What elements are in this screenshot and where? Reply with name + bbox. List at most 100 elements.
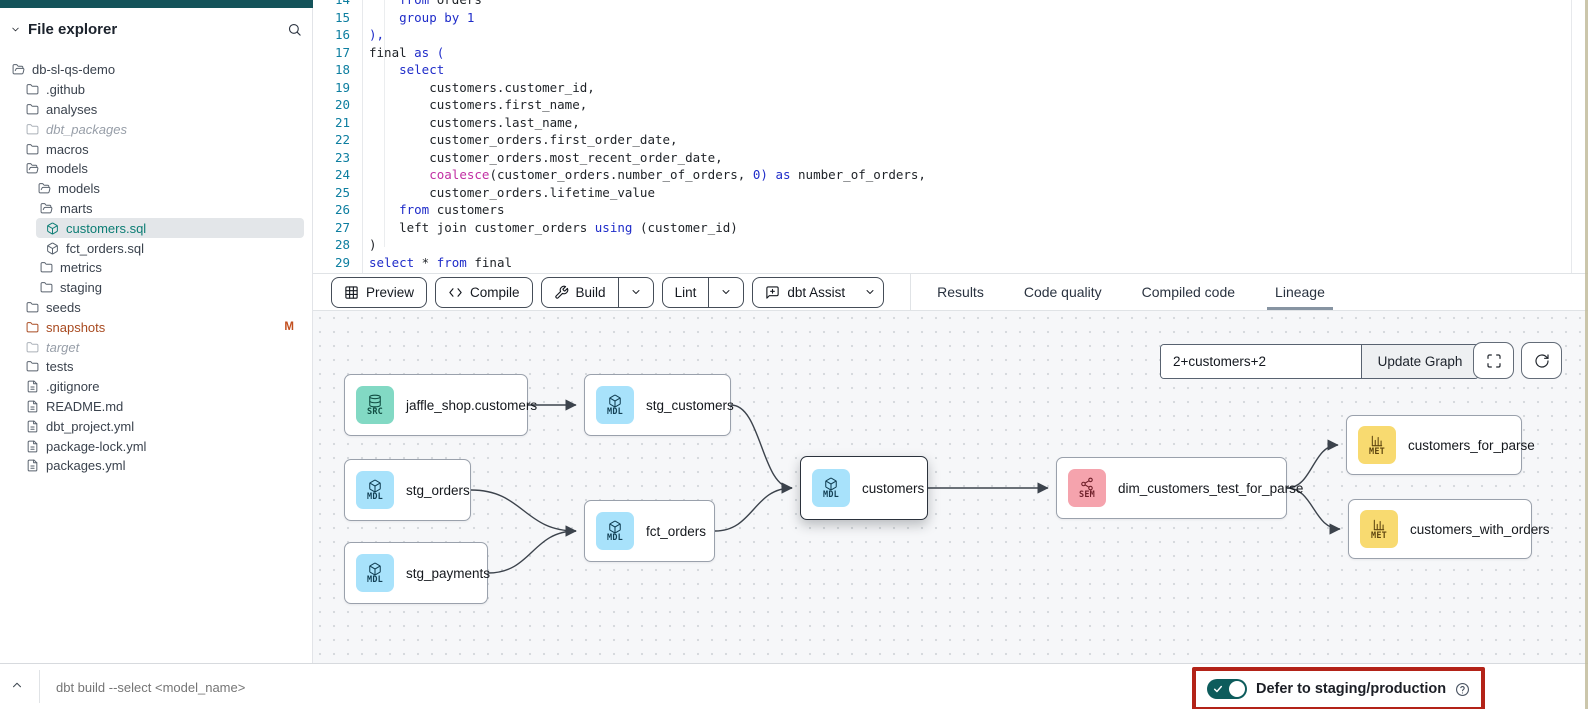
tree-item-gitignore[interactable]: .gitignore — [0, 377, 312, 397]
tab-results[interactable]: Results — [937, 274, 984, 310]
tree-item-label: tests — [46, 359, 73, 374]
tree-item-label: .gitignore — [46, 379, 99, 394]
tree-item-github[interactable]: .github — [0, 80, 312, 100]
folder-open-icon — [38, 182, 51, 195]
tree-item-label: metrics — [60, 260, 102, 275]
tree-item-label: seeds — [46, 300, 81, 315]
lint-button[interactable]: Lint — [662, 277, 745, 308]
code-editor[interactable]: 14 from orders15 group by 116),17final a… — [314, 0, 1588, 273]
defer-toggle[interactable] — [1207, 679, 1247, 699]
preview-button[interactable]: Preview — [331, 277, 427, 308]
refresh-button[interactable] — [1521, 342, 1562, 379]
tree-item-customers-sql[interactable]: customers.sql — [0, 218, 312, 238]
tab-code-quality[interactable]: Code quality — [1024, 274, 1102, 310]
command-input[interactable] — [54, 674, 578, 700]
tab-compiled-code[interactable]: Compiled code — [1142, 274, 1235, 310]
code-line-18: 18 select — [314, 61, 1588, 79]
node-label: stg_orders — [406, 483, 470, 498]
tree-item-dbt-packages[interactable]: dbt_packages — [0, 119, 312, 139]
editor-toolbar: Preview Compile Build — [313, 273, 1588, 311]
line-number: 15 — [314, 9, 350, 27]
line-number: 25 — [314, 184, 350, 202]
file-icon — [26, 459, 39, 472]
tree-item-label: marts — [60, 201, 93, 216]
status-bar: Defer to staging/production Ready ••• — [0, 663, 1588, 709]
tree-item-analyses[interactable]: analyses — [0, 100, 312, 120]
lineage-node-stg-customers[interactable]: MDL stg_customers — [584, 374, 731, 436]
tree-item-macros[interactable]: macros — [0, 139, 312, 159]
assist-dropdown-chevron-icon[interactable] — [857, 278, 883, 307]
mdl-badge: MDL — [356, 554, 394, 592]
build-dropdown-chevron-icon[interactable] — [618, 278, 653, 307]
line-number: 19 — [314, 79, 350, 97]
tree-item-label: .github — [46, 82, 85, 97]
tree-item-package-lock-yml[interactable]: package-lock.yml — [0, 436, 312, 456]
tree-item-seeds[interactable]: seeds — [0, 298, 312, 318]
tree-item-marts[interactable]: marts — [0, 199, 312, 219]
lineage-node-stg-orders[interactable]: MDL stg_orders — [344, 459, 471, 521]
lineage-node-dim-customers-test-for-parse[interactable]: SEMdim_customers_test_for_parse — [1056, 457, 1287, 519]
toolbar-divider — [910, 273, 911, 311]
dbt-assist-button[interactable]: dbt Assist — [752, 277, 884, 308]
tree-item-label: package-lock.yml — [46, 439, 146, 454]
line-number: 23 — [314, 149, 350, 167]
model-cube-icon — [46, 242, 59, 255]
tree-item-snapshots[interactable]: snapshotsM — [0, 317, 312, 337]
wrench-icon — [554, 285, 569, 300]
folder-icon — [40, 281, 53, 294]
tab-lineage[interactable]: Lineage — [1275, 274, 1325, 310]
tree-item-staging[interactable]: staging — [0, 278, 312, 298]
mdl-badge: MDL — [596, 386, 634, 424]
lineage-node-jaffle-shop-customers[interactable]: SRCjaffle_shop.customers — [344, 374, 528, 436]
tree-item-target[interactable]: target — [0, 337, 312, 357]
folder-icon — [26, 341, 39, 354]
line-number: 28 — [314, 236, 350, 254]
fullscreen-button[interactable] — [1473, 342, 1514, 379]
file-icon — [26, 380, 39, 393]
lineage-node-customers[interactable]: MDLcustomers — [800, 456, 928, 520]
node-label: stg_customers — [646, 398, 734, 413]
lineage-node-fct-orders[interactable]: MDLfct_orders — [584, 500, 715, 562]
tree-item-db-sl-qs-demo[interactable]: db-sl-qs-demo — [0, 60, 312, 80]
update-graph-button[interactable]: Update Graph — [1361, 345, 1478, 378]
folder-open-icon — [40, 202, 53, 215]
tree-item-models[interactable]: models — [0, 179, 312, 199]
editor-scrollbar[interactable] — [1571, 0, 1572, 273]
tree-item-label: analyses — [46, 102, 97, 117]
tree-item-label: models — [46, 161, 88, 176]
lineage-filter-group: Update Graph — [1160, 344, 1479, 379]
lint-dropdown-chevron-icon[interactable] — [708, 278, 743, 307]
file-explorer-header: File explorer — [0, 8, 312, 46]
code-line-25: 25 customer_orders.lifetime_value — [314, 184, 1588, 202]
maximize-icon — [1486, 353, 1502, 369]
tree-item-models[interactable]: models — [0, 159, 312, 179]
expand-panel-chevron-icon[interactable] — [10, 678, 24, 692]
mdl-badge: MDL — [356, 471, 394, 509]
lineage-node-stg-payments[interactable]: MDLstg_payments — [344, 542, 488, 604]
build-button[interactable]: Build — [541, 277, 654, 308]
search-icon[interactable] — [287, 22, 302, 37]
code-icon — [448, 285, 463, 300]
tree-item-label: staging — [60, 280, 102, 295]
file-icon — [26, 440, 39, 453]
collapse-chevron-icon[interactable] — [10, 24, 21, 35]
tree-item-packages-yml[interactable]: packages.yml — [0, 456, 312, 476]
tree-item-fct-orders-sql[interactable]: fct_orders.sql — [0, 238, 312, 258]
code-line-22: 22 customer_orders.first_order_date, — [314, 131, 1588, 149]
tree-item-metrics[interactable]: metrics — [0, 258, 312, 278]
line-number: 16 — [314, 26, 350, 44]
sidebar-top-accent — [0, 0, 313, 8]
tree-item-label: README.md — [46, 399, 123, 414]
lineage-filter-input[interactable] — [1161, 345, 1361, 378]
compile-button[interactable]: Compile — [435, 277, 533, 308]
folder-icon — [26, 301, 39, 314]
tree-item-tests[interactable]: tests — [0, 357, 312, 377]
lineage-node-customers-with-orders[interactable]: METcustomers_with_orders — [1348, 499, 1532, 559]
src-badge: SRC — [356, 386, 394, 424]
modified-badge: M — [284, 321, 294, 333]
tree-item-readme-md[interactable]: README.md — [0, 397, 312, 417]
tree-item-dbt-project-yml[interactable]: dbt_project.yml — [0, 416, 312, 436]
lineage-node-customers-for-parse[interactable]: METcustomers_for_parse — [1346, 415, 1522, 475]
help-icon[interactable] — [1455, 682, 1470, 697]
code-line-20: 20 customers.first_name, — [314, 96, 1588, 114]
